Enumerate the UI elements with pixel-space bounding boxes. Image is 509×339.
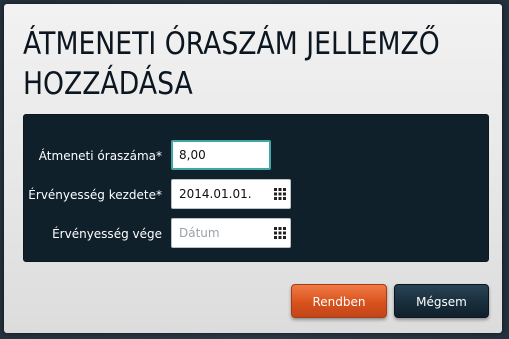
valid-from-input[interactable] <box>171 179 291 209</box>
add-hours-dialog: ÁTMENETI ÓRASZÁM JELLEMZŐ HOZZÁDÁSA Átme… <box>4 4 502 333</box>
valid-from-row: Érvényesség kezdete* <box>24 179 488 211</box>
calendar-grid-icon[interactable] <box>274 227 286 239</box>
valid-to-row: Érvényesség vége <box>24 218 488 250</box>
hours-row: Átmeneti óraszáma* <box>24 140 488 172</box>
valid-to-date-picker <box>171 218 291 248</box>
hours-input[interactable] <box>171 140 271 170</box>
hours-label: Átmeneti óraszáma* <box>38 149 162 163</box>
calendar-grid-icon[interactable] <box>274 188 286 200</box>
valid-from-date-picker <box>171 179 291 209</box>
cancel-button[interactable]: Mégsem <box>394 284 489 318</box>
dialog-title: ÁTMENETI ÓRASZÁM JELLEMZŐ HOZZÁDÁSA <box>23 26 440 102</box>
valid-to-input[interactable] <box>171 218 291 248</box>
valid-from-label: Érvényesség kezdete* <box>28 188 162 202</box>
form-panel: Átmeneti óraszáma* Érvényesség kezdete* <box>23 114 489 262</box>
valid-to-label: Érvényesség vége <box>52 227 162 241</box>
ok-button[interactable]: Rendben <box>291 284 387 318</box>
